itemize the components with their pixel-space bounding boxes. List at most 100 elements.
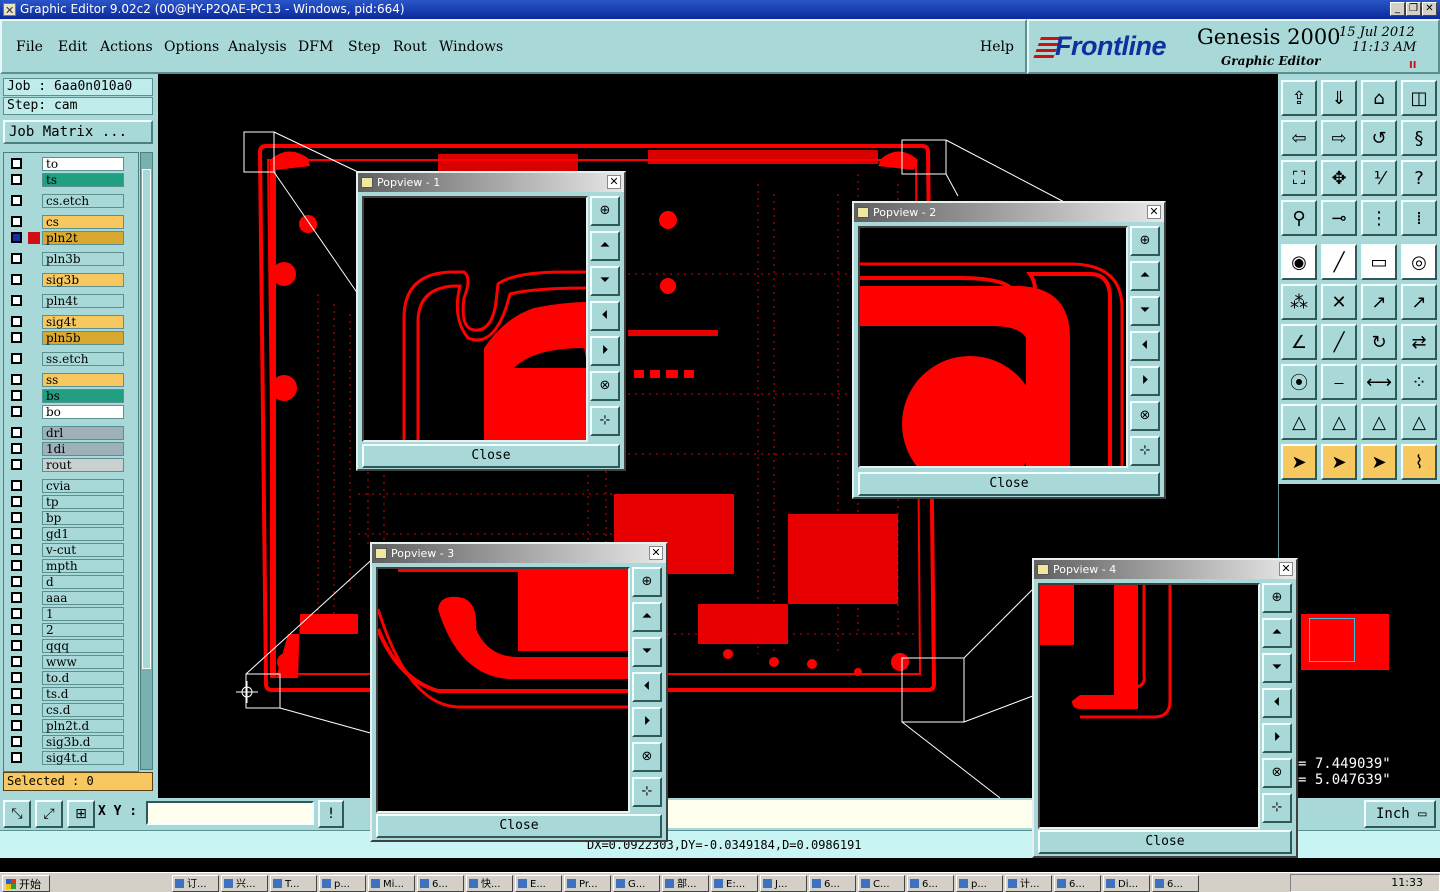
taskbar-button[interactable]: Mi...: [368, 875, 415, 892]
layer-row[interactable]: aaa: [8, 591, 128, 605]
measure-icon[interactable]: ⟷: [1361, 364, 1397, 400]
layer-row[interactable]: mpth: [8, 559, 128, 573]
layer-name[interactable]: ss: [42, 373, 124, 387]
layer-name[interactable]: drl: [42, 426, 124, 440]
layer-name[interactable]: d: [42, 575, 124, 589]
popview-2[interactable]: Popview - 2 ✕ ⊕ ⏶ ⏷ ⏴ ⏵ ⊗ ⊹ Close: [852, 201, 1166, 499]
popview-close-button[interactable]: Close: [376, 814, 662, 838]
xy-input[interactable]: [146, 801, 314, 825]
connect-icon[interactable]: ⁂: [1281, 284, 1317, 320]
layer-row[interactable]: 1: [8, 607, 128, 621]
layer-row[interactable]: pln2t: [8, 231, 128, 245]
layer-checkbox[interactable]: [11, 624, 22, 635]
layer-row[interactable]: rout: [8, 458, 128, 472]
layer-name[interactable]: sig4t.d: [42, 751, 124, 765]
popview-zoom-out-icon[interactable]: ⊗: [1130, 401, 1160, 431]
popview-pan-up-icon[interactable]: ⏶: [632, 602, 662, 632]
layer-row[interactable]: cvia: [8, 479, 128, 493]
home-icon[interactable]: ⌂: [1361, 80, 1397, 116]
popview-close-icon[interactable]: ✕: [607, 175, 621, 189]
layer-row[interactable]: gd1: [8, 527, 128, 541]
layer-row[interactable]: tp: [8, 495, 128, 509]
layer-name[interactable]: pln5b: [42, 331, 124, 345]
taskbar-button[interactable]: G...: [613, 875, 660, 892]
layer-row[interactable]: cs.d: [8, 703, 128, 717]
line-icon[interactable]: ╱: [1321, 244, 1357, 280]
layer-name[interactable]: cs.d: [42, 703, 124, 717]
popview-viewport[interactable]: [858, 226, 1128, 468]
layer-checkbox[interactable]: [11, 656, 22, 667]
layer-checkbox[interactable]: [11, 544, 22, 555]
popview-close-icon[interactable]: ✕: [1279, 562, 1293, 576]
popview-pan-left-icon[interactable]: ⏴: [1262, 688, 1292, 718]
cross-icon[interactable]: ✕: [1321, 284, 1357, 320]
layer-checkbox[interactable]: [11, 443, 22, 454]
node-icon[interactable]: ⦿: [1281, 364, 1317, 400]
layer-checkbox[interactable]: [11, 216, 22, 227]
layer-name[interactable]: mpth: [42, 559, 124, 573]
layer-checkbox[interactable]: [11, 528, 22, 539]
layer-name[interactable]: gd1: [42, 527, 124, 541]
popview-zoom-out-icon[interactable]: ⊗: [632, 742, 662, 772]
popview-3[interactable]: Popview - 3 ✕ ⊕ ⏶ ⏷ ⏴ ⏵ ⊗ ⊹ Close: [370, 542, 668, 842]
taskbar-button[interactable]: C...: [858, 875, 905, 892]
layer-row[interactable]: drl: [8, 426, 128, 440]
taskbar-button[interactable]: E...: [515, 875, 562, 892]
import-icon[interactable]: ⇪: [1281, 80, 1317, 116]
layers-icon[interactable]: ⋮: [1361, 200, 1397, 236]
tri-c-icon[interactable]: △: [1361, 404, 1397, 440]
layer-checkbox[interactable]: [11, 374, 22, 385]
start-button[interactable]: 开始: [2, 875, 50, 892]
popview-pan-right-icon[interactable]: ⏵: [1262, 723, 1292, 753]
taskbar-button[interactable]: 6...: [1152, 875, 1199, 892]
taskbar-button[interactable]: 6...: [417, 875, 464, 892]
popview-pan-right-icon[interactable]: ⏵: [1130, 366, 1160, 396]
layer-name[interactable]: 2: [42, 623, 124, 637]
popview-close-button[interactable]: Close: [858, 472, 1160, 496]
layer-row[interactable]: sig3b: [8, 273, 128, 287]
layer-name[interactable]: ts: [42, 173, 124, 187]
layer-row[interactable]: v-cut: [8, 543, 128, 557]
route-icon[interactable]: §: [1401, 120, 1437, 156]
job-matrix-button[interactable]: Job Matrix ...: [3, 120, 153, 144]
pin-icon[interactable]: ⚲: [1281, 200, 1317, 236]
export-icon[interactable]: ⇓: [1321, 80, 1357, 116]
layer-checkbox[interactable]: [11, 688, 22, 699]
layer-checkbox[interactable]: [11, 704, 22, 715]
flip-icon[interactable]: ⇄: [1401, 324, 1437, 360]
alert-button[interactable]: !: [318, 800, 344, 828]
layer-row[interactable]: pln2t.d: [8, 719, 128, 733]
layer-row[interactable]: www: [8, 655, 128, 669]
tri-d-icon[interactable]: △: [1401, 404, 1437, 440]
menu-actions[interactable]: Actions: [100, 39, 153, 55]
popview-viewport[interactable]: [1038, 583, 1260, 829]
popview-viewport[interactable]: [376, 567, 630, 813]
layer-row[interactable]: pln5b: [8, 331, 128, 345]
popview-pan-right-icon[interactable]: ⏵: [590, 336, 620, 366]
taskbar-button[interactable]: 计...: [1005, 875, 1052, 892]
layer-name[interactable]: aaa: [42, 591, 124, 605]
layer-name[interactable]: cs: [42, 215, 124, 229]
popview-pan-left-icon[interactable]: ⏴: [1130, 331, 1160, 361]
popview-fit-icon[interactable]: ⊹: [632, 777, 662, 807]
menu-edit[interactable]: Edit: [58, 39, 87, 55]
layer-row[interactable]: sig4t.d: [8, 751, 128, 765]
layer-name[interactable]: sig3b: [42, 273, 124, 287]
taskbar-button[interactable]: T...: [270, 875, 317, 892]
popview-pan-down-icon[interactable]: ⏷: [632, 637, 662, 667]
popview-pan-up-icon[interactable]: ⏶: [1262, 618, 1292, 648]
layer-checkbox[interactable]: [11, 158, 22, 169]
layer-name[interactable]: qqq: [42, 639, 124, 653]
layer-checkbox[interactable]: [11, 353, 22, 364]
probe-icon[interactable]: ⊸: [1321, 200, 1357, 236]
layer-checkbox[interactable]: [11, 480, 22, 491]
popview-titlebar[interactable]: Popview - 1 ✕: [358, 173, 624, 192]
layer-checkbox[interactable]: [11, 496, 22, 507]
layer-checkbox[interactable]: [11, 512, 22, 523]
layer-row[interactable]: cs: [8, 215, 128, 229]
scrollbar-thumb[interactable]: [142, 169, 151, 669]
overview-viewport[interactable]: [1309, 618, 1355, 662]
layer-name[interactable]: bs: [42, 389, 124, 403]
taskbar-button[interactable]: 部...: [662, 875, 709, 892]
layer-scrollbar[interactable]: [140, 152, 153, 770]
